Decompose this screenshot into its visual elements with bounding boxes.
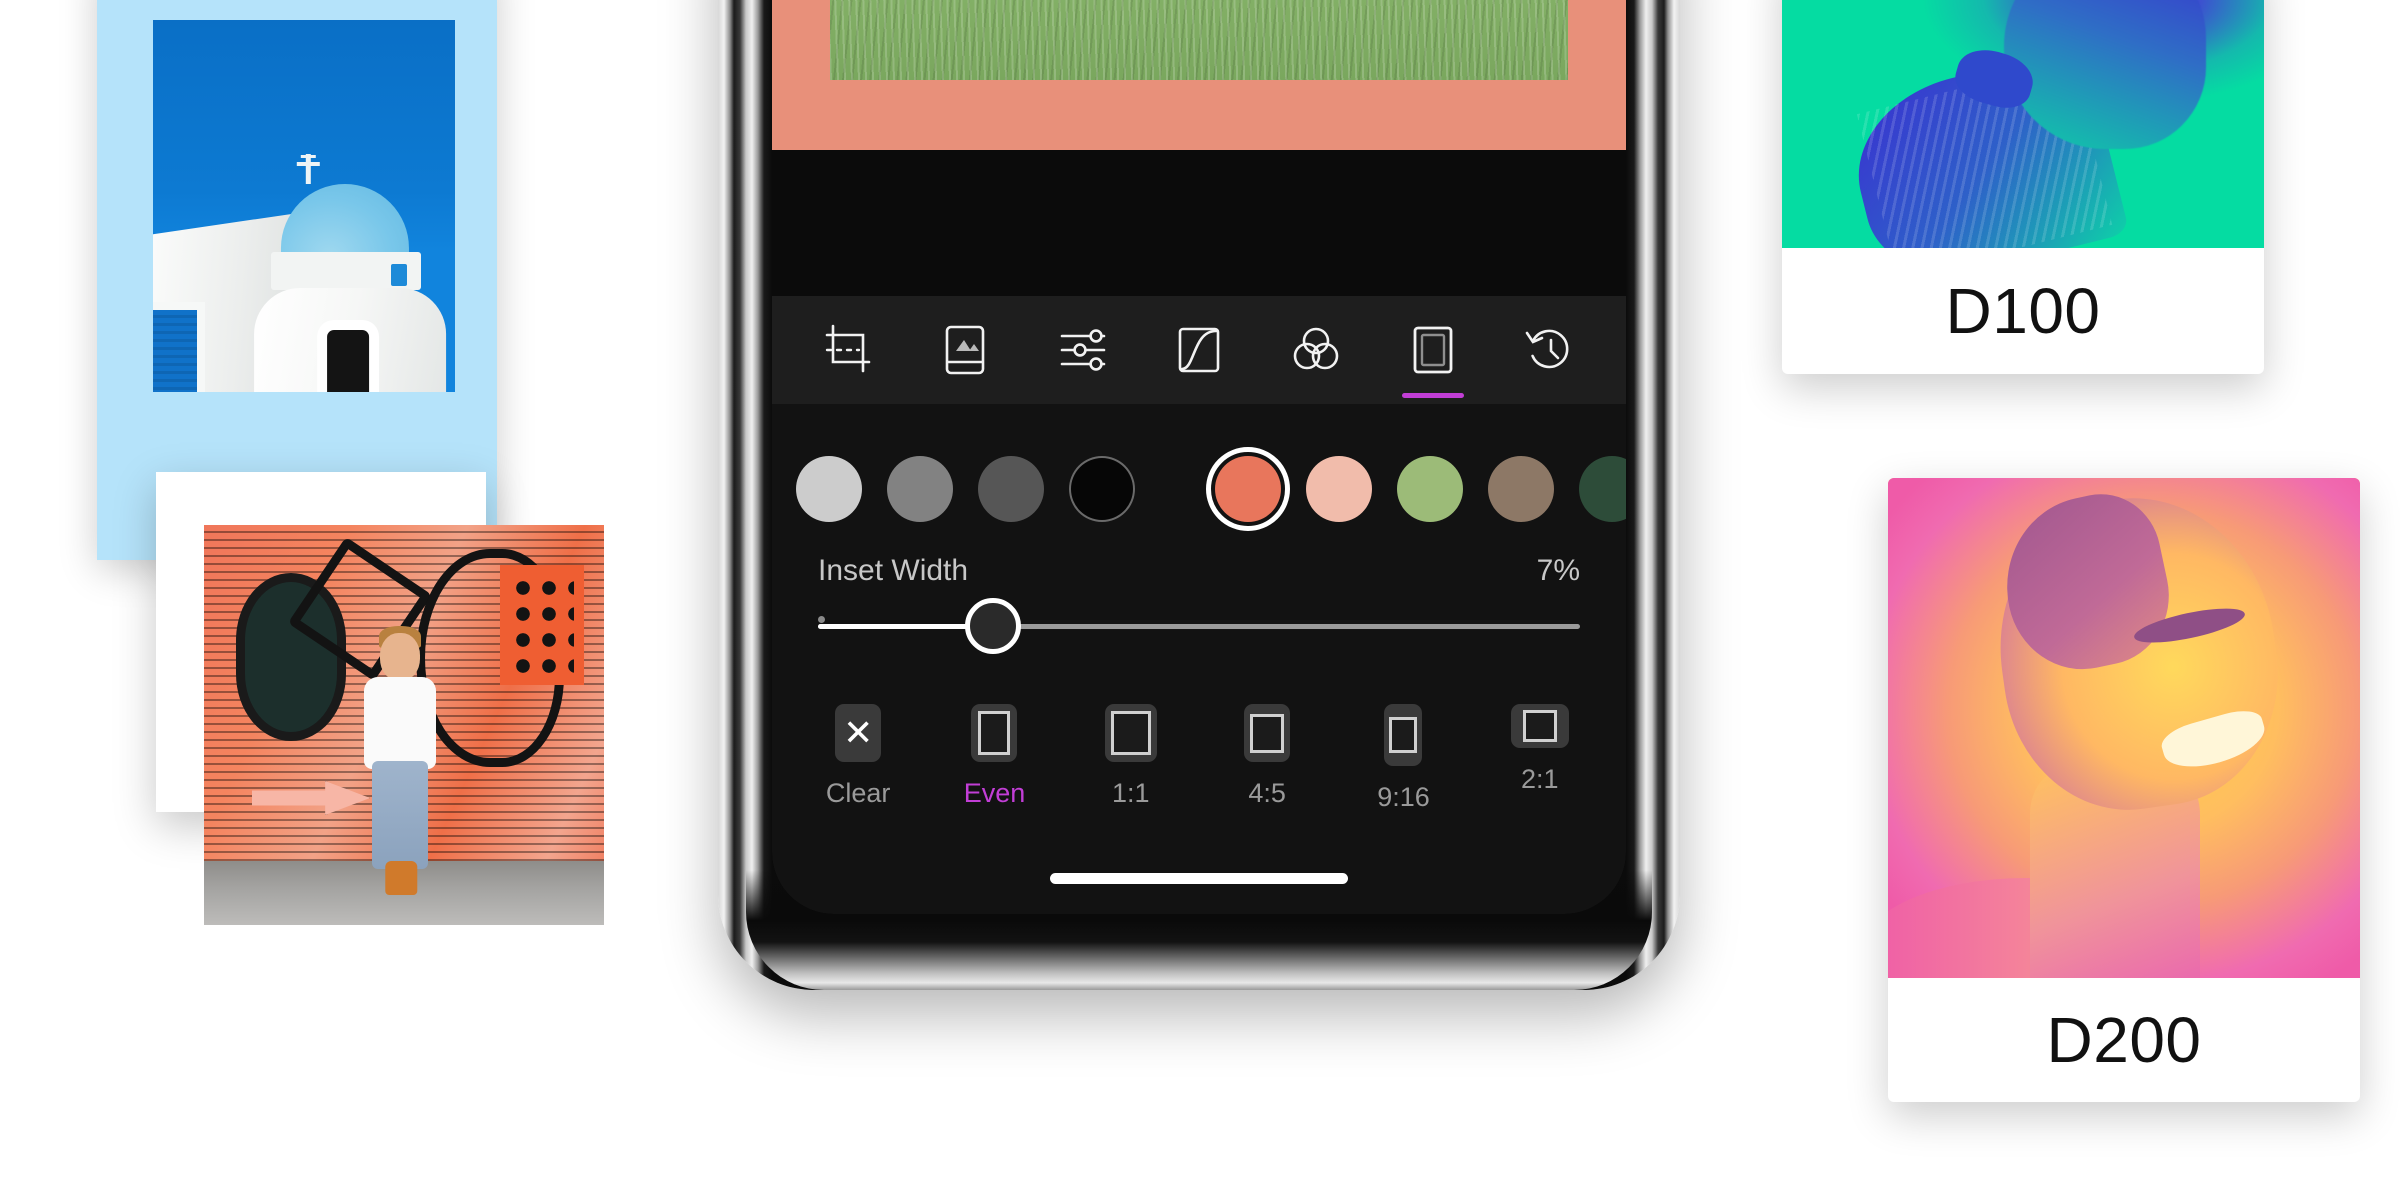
border-panel: Inset Width 7% ✕ Clear Even 1:1 4:5 9:16 2:1 [772, 404, 1626, 914]
ratio-button-2-1[interactable]: 2:1 [1480, 704, 1600, 795]
phone-device: Inset Width 7% ✕ Clear Even 1:1 4:5 9:16 2:1 [718, 0, 1680, 990]
ratio-inner-frame [1389, 717, 1418, 753]
color-swatch-light-gray[interactable] [796, 456, 862, 522]
slider-thumb[interactable] [965, 598, 1022, 654]
ratio-label-even: Even [963, 778, 1026, 808]
blue-door [153, 310, 197, 392]
preset-card-d100[interactable]: D100 [1782, 0, 2264, 374]
preset-label-d100: D100 [1945, 275, 2101, 347]
tool-tab-bar [772, 296, 1626, 404]
ratio-inner-frame [978, 711, 1011, 755]
ratio-inner-frame [1522, 710, 1557, 742]
person-jeans [372, 761, 428, 869]
ratio-label-4-5: 4:5 [1248, 778, 1286, 808]
ratio-label-1-1: 1:1 [1112, 778, 1150, 808]
ratio-button-9-16[interactable]: 9:16 [1343, 704, 1463, 813]
inset-width-value: 7% [1536, 554, 1580, 587]
home-indicator [1050, 873, 1348, 884]
tab-history[interactable] [1506, 296, 1592, 404]
color-swatch-dark-gray[interactable] [978, 456, 1044, 522]
preview-photo [830, 0, 1568, 80]
color-swatch-salmon[interactable] [1206, 447, 1290, 531]
graffiti-arrow [252, 781, 370, 815]
tab-crop[interactable] [805, 296, 891, 404]
canvas-backdrop [772, 150, 1626, 296]
ratio-inner-frame [1110, 711, 1151, 755]
tab-underline [1401, 393, 1464, 398]
blue-dome [280, 183, 409, 256]
aspect-ratio-row: ✕ Clear Even 1:1 4:5 9:16 2:1 [790, 704, 1608, 813]
close-icon: ✕ [835, 704, 882, 762]
color-swatch-mid-gray[interactable] [887, 456, 953, 522]
person-head [380, 633, 420, 681]
color-swatch-row[interactable] [772, 447, 1626, 531]
duotone-green-portrait [1782, 0, 2264, 248]
ratio-label-2-1: 2:1 [1521, 764, 1559, 794]
inset-width-slider[interactable] [818, 598, 1580, 654]
preset-label-d200: D200 [2046, 1004, 2202, 1076]
tab-adjust[interactable] [1039, 296, 1125, 404]
color-swatch-sage[interactable] [1397, 456, 1463, 522]
ratio-icon [1384, 704, 1423, 766]
preset-thumbnail-d200 [1888, 478, 2360, 978]
ratio-icon [1510, 704, 1569, 748]
duotone-orange-portrait [1888, 478, 2360, 978]
preset-card-d200[interactable]: D200 [1888, 478, 2360, 1102]
ratio-icon [971, 704, 1018, 762]
dome-drum [271, 251, 421, 290]
church-door [327, 330, 370, 392]
gallery-card-white[interactable] [156, 472, 604, 925]
tab-border[interactable] [1390, 296, 1476, 404]
ratio-icon [1244, 704, 1291, 762]
color-swatch-taupe[interactable] [1488, 456, 1554, 522]
ratio-button-1-1[interactable]: 1:1 [1071, 704, 1191, 809]
color-swatch-black[interactable] [1069, 456, 1135, 522]
preset-thumbnail-d100 [1782, 0, 2264, 248]
ratio-label-9-16: 9:16 [1377, 782, 1430, 812]
graffiti-illustration [204, 525, 604, 925]
ratio-inner-frame [1250, 713, 1285, 753]
ratio-button-clear[interactable]: ✕ Clear [798, 704, 918, 809]
grass-field-image [830, 0, 1568, 80]
phone-screen: Inset Width 7% ✕ Clear Even 1:1 4:5 9:16 2:1 [772, 0, 1626, 914]
inset-width-control: Inset Width 7% [818, 554, 1580, 654]
graffiti-dots [500, 565, 584, 685]
person-shirt [364, 677, 436, 769]
slider-min-dot [818, 616, 825, 623]
tab-curves[interactable] [1156, 296, 1242, 404]
close-icon: ✕ [843, 712, 874, 753]
cross-icon [296, 153, 320, 184]
tab-presets[interactable] [922, 296, 1008, 404]
color-swatch-blush[interactable] [1306, 456, 1372, 522]
ratio-button-even[interactable]: Even [934, 704, 1054, 809]
page-canvas: D100 D200 Inset Width 7% ✕ Clear Even 1:… [0, 0, 2400, 1200]
ratio-label-clear: Clear [825, 778, 891, 808]
person-boot [385, 861, 418, 895]
santorini-illustration [153, 20, 455, 392]
santorini-photo [153, 20, 455, 392]
inset-width-label: Inset Width [818, 554, 969, 587]
graffiti-photo [204, 525, 604, 925]
photo-preview-canvas[interactable] [772, 0, 1626, 150]
color-swatch-forest[interactable] [1579, 456, 1626, 522]
tab-color-mixer[interactable] [1273, 296, 1359, 404]
ratio-icon [1104, 704, 1157, 762]
ratio-button-4-5[interactable]: 4:5 [1207, 704, 1327, 809]
church-body [254, 287, 447, 392]
